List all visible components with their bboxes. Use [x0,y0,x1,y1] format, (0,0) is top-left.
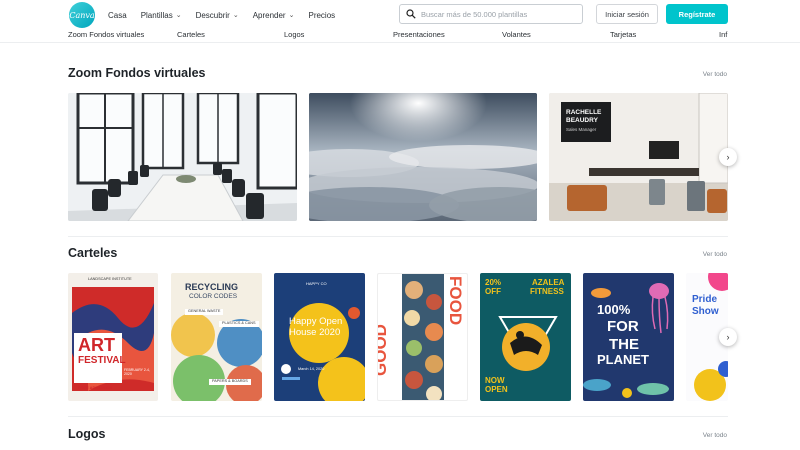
search-icon [406,9,416,19]
section-divider [68,236,728,237]
planet-line-2: FOR [607,318,639,335]
template-card-open-house[interactable]: HAPPY CO Happy Open House 2020 March 14,… [274,273,365,401]
section-divider [68,416,728,417]
art-date: FEBRUARY 2-4, 2020 [124,368,150,376]
planet-line-1: 100% [597,302,631,317]
office-meeting-room-image [68,93,297,221]
art-top-text: LANDSCAPE INSTITUTE [88,277,132,281]
fitness-cta-1: NOW [485,376,505,385]
chevron-right-icon: › [726,332,730,342]
name-role: Sales Manager [566,127,597,132]
nav-item-casa[interactable]: Casa [108,11,127,20]
template-card-good-food[interactable]: GOOD FOOD [377,273,468,401]
logo-text: Canva [69,10,95,20]
search-input[interactable] [421,9,571,19]
recycling-item-3: PAPERS & BOARDS [209,379,251,385]
category-logos[interactable]: Logos [284,30,304,39]
name-plate: RACHELLE BEAUDRY Sales Manager [561,102,611,142]
nav-item-aprender[interactable]: Aprender ⌄ [253,11,295,20]
section-title-posters: Carteles [68,246,118,260]
nav-item-descubrir[interactable]: Descubrir ⌄ [196,11,239,20]
nav-item-plantillas[interactable]: Plantillas ⌄ [141,11,182,20]
category-cards[interactable]: Tarjetas [610,30,636,39]
food-side-text-2: FOOD [446,276,465,326]
fitness-cta-2: OPEN [485,385,508,394]
chevron-down-icon: ⌄ [232,12,239,19]
section-title-zoom: Zoom Fondos virtuales [68,66,206,80]
open-house-date: March 14, 2020 [298,367,325,371]
open-house-title-1: Happy Open [289,316,343,327]
template-card-recycling[interactable]: RECYCLING COLOR CODES GENERAL WASTE PLAS… [171,273,262,401]
nav-label: Aprender [252,10,286,20]
carousel-next-zoom[interactable]: › [719,148,737,166]
nav-label: Casa [108,10,127,20]
category-zoom-backgrounds[interactable]: Zoom Fondos virtuales [68,30,144,39]
planet-line-3: THE [609,336,639,353]
top-navigation-bar: Canva Casa Plantillas ⌄ Descubrir ⌄ Aprend… [0,0,800,30]
section-title-logos: Logos [68,427,106,441]
see-all-link-zoom[interactable]: Ver todo [703,71,727,78]
canva-logo[interactable]: Canva [69,2,95,28]
name-line-1: RACHELLE [566,109,602,116]
carousel-next-posters[interactable]: › [719,328,737,346]
chevron-down-icon: ⌄ [288,12,295,19]
open-house-top: HAPPY CO [306,281,327,286]
recycling-title-1: RECYCLING [185,282,239,292]
template-card-art-festival[interactable]: LANDSCAPE INSTITUTE ART FESTIVAL FEBRUAR… [68,273,158,401]
category-presentations[interactable]: Presentaciones [393,30,445,39]
nav-label: Descubrir [195,10,230,20]
template-card-azalea-fitness[interactable]: 20% OFF AZALEA FITNESS NOW OPEN [480,273,571,401]
art-title-2: FESTIVAL [78,355,126,366]
recycling-title-2: COLOR CODES [189,293,238,300]
chevron-right-icon: › [726,152,730,162]
chevron-down-icon: ⌄ [175,12,182,19]
category-strip: Zoom Fondos virtuales Carteles Logos Pre… [0,28,800,43]
pride-line-1: Pride [692,294,718,305]
clouds-sky-image [309,93,537,221]
template-card-clouds[interactable] [309,93,537,221]
nav-item-precios[interactable]: Precios [308,11,335,20]
fitness-brand-1: AZALEA [532,278,565,287]
art-title-1: ART [78,335,115,355]
fitness-brand-2: FITNESS [530,287,564,296]
art-tag: FREE ADMISSION [78,385,113,390]
template-card-for-the-planet[interactable]: 100% FOR THE PLANET [583,273,674,401]
template-card-office[interactable] [68,93,297,221]
recycling-item-2: PLASTICS & CANS [219,321,259,327]
food-side-text-1: GOOD [377,324,390,376]
category-flyers[interactable]: Volantes [502,30,531,39]
category-infographics[interactable]: Inf [719,30,727,39]
pride-line-2: Show [692,306,719,317]
open-house-title-2: House 2020 [289,327,341,338]
fitness-pct: 20% [485,278,502,287]
see-all-link-logos[interactable]: Ver todo [703,432,727,439]
category-posters[interactable]: Carteles [177,30,205,39]
fitness-off: OFF [485,287,501,296]
nav-label: Plantillas [140,10,173,20]
name-line-2: BEAUDRY [566,117,598,124]
login-button[interactable]: Iniciar sesión [596,4,658,24]
main-nav: Casa Plantillas ⌄ Descubrir ⌄ Aprender ⌄ Pr… [108,0,349,30]
template-card-rachelle-beaudry[interactable]: RACHELLE BEAUDRY Sales Manager [549,93,728,221]
planet-line-4: PLANET [597,352,649,367]
nav-label: Precios [308,10,336,20]
see-all-link-posters[interactable]: Ver todo [703,251,727,258]
register-button[interactable]: Regístrate [666,4,728,24]
recycling-item-1: GENERAL WASTE [185,309,224,315]
search-box[interactable] [399,4,583,24]
